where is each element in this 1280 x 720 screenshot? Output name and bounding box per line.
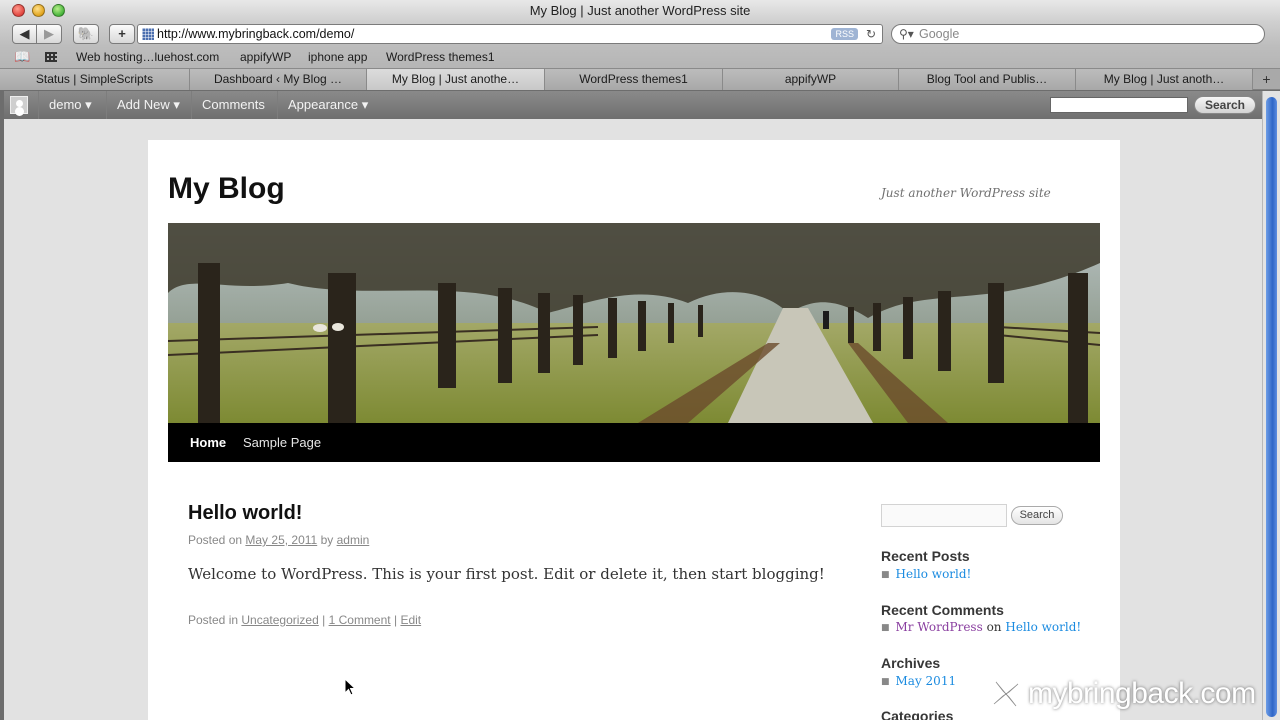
site-tagline: Just another WordPress site: [881, 186, 1051, 200]
bookmarks-book-icon[interactable]: 📖: [14, 46, 30, 68]
bookmarks-bar: 📖 Web hosting…luehost.com appifyWP iphon…: [0, 46, 1280, 68]
browser-tab[interactable]: Dashboard ‹ My Blog …: [190, 69, 367, 90]
top-sites-grid-icon[interactable]: [45, 52, 57, 62]
rss-badge[interactable]: RSS: [831, 28, 858, 40]
mybringback-logo-icon: [993, 681, 1019, 707]
back-arrow-icon: ◀: [19, 26, 30, 41]
browser-toolbar: ◀ ▶ 🐘 + http://www.mybringback.com/demo/…: [0, 22, 1280, 46]
post-content: Welcome to WordPress. This is your first…: [188, 565, 825, 583]
forward-button[interactable]: ▶: [37, 24, 62, 44]
main-navigation: Home Sample Page: [168, 423, 1100, 462]
back-button[interactable]: ◀: [12, 24, 37, 44]
comment-author-link[interactable]: Mr WordPress: [896, 620, 983, 634]
admin-comments-link[interactable]: Comments: [191, 91, 275, 119]
reload-icon[interactable]: ↻: [866, 25, 876, 43]
admin-search-button[interactable]: Search: [1194, 96, 1256, 114]
recent-comment-item: ■ Mr WordPress on Hello world!: [881, 620, 1081, 634]
admin-search-input[interactable]: [1050, 97, 1188, 113]
comment-post-link[interactable]: Hello world!: [1005, 620, 1081, 634]
blog-page: My Blog Just another WordPress site Home…: [148, 140, 1120, 720]
bookmark-item[interactable]: WordPress themes1: [386, 46, 495, 68]
category-link[interactable]: Uncategorized: [241, 613, 318, 627]
site-favicon-icon: [142, 28, 154, 40]
window-title: My Blog | Just another WordPress site: [529, 3, 751, 18]
admin-add-new-menu[interactable]: Add New ▾: [106, 91, 190, 119]
new-tab-icon[interactable]: +: [1253, 69, 1280, 90]
browser-tab[interactable]: appifyWP: [723, 69, 899, 90]
archives-title: Archives: [881, 655, 941, 671]
separator: |: [393, 613, 398, 627]
bullet-icon: ■: [881, 570, 890, 580]
browser-tab[interactable]: WordPress themes1: [545, 69, 723, 90]
browser-tab[interactable]: Status | SimpleScripts: [0, 69, 190, 90]
site-title[interactable]: My Blog: [168, 172, 285, 206]
browser-tab-active[interactable]: My Blog | Just anothe…: [367, 69, 545, 90]
browser-tab[interactable]: Blog Tool and Publis…: [899, 69, 1076, 90]
categories-title: Categories: [881, 708, 954, 720]
google-search-field[interactable]: ⚲▾ Google: [891, 24, 1265, 44]
posted-on-label: Posted on: [188, 533, 243, 547]
elephant-icon: 🐘: [77, 26, 95, 41]
google-search-placeholder: Google: [919, 27, 960, 41]
recent-posts-title: Recent Posts: [881, 548, 970, 564]
sidebar-search-button[interactable]: Search: [1011, 506, 1063, 525]
recent-comments-title: Recent Comments: [881, 602, 1004, 618]
author-link[interactable]: admin: [337, 533, 370, 547]
sidebar-search-input[interactable]: [881, 504, 1007, 527]
separator: |: [322, 613, 326, 627]
wp-admin-bar: demo ▾ Add New ▾ Comments Appearance ▾ S…: [4, 91, 1262, 119]
window-titlebar: My Blog | Just another WordPress site: [0, 0, 1280, 22]
minimize-window-icon[interactable]: [32, 4, 45, 17]
bookmark-item[interactable]: Web hosting…luehost.com: [76, 46, 219, 68]
comment-on-label: on: [986, 620, 1002, 634]
search-icon: ⚲▾: [899, 27, 914, 41]
posted-in-label: Posted in: [188, 613, 239, 627]
browser-tab[interactable]: My Blog | Just anoth…: [1076, 69, 1253, 90]
mouse-cursor-icon: [344, 678, 356, 696]
archive-item: ■ May 2011: [881, 674, 956, 688]
scrollbar-thumb[interactable]: [1266, 97, 1277, 717]
bookmark-item[interactable]: iphone app: [308, 46, 367, 68]
post-date-link[interactable]: May 25, 2011: [245, 533, 317, 547]
post-title[interactable]: Hello world!: [188, 502, 302, 525]
plus-icon: +: [118, 26, 126, 41]
url-text: http://www.mybringback.com/demo/: [157, 27, 355, 41]
post-meta: Posted on May 25, 2011 by admin: [188, 533, 369, 547]
archive-link[interactable]: May 2011: [896, 674, 957, 688]
tab-bar: Status | SimpleScripts Dashboard ‹ My Bl…: [0, 68, 1280, 90]
nav-sample-page-link[interactable]: Sample Page: [243, 423, 321, 462]
bullet-icon: ■: [881, 677, 890, 687]
recent-post-item: ■ Hello world!: [881, 567, 971, 581]
add-bookmark-button[interactable]: +: [109, 24, 135, 44]
evernote-button[interactable]: 🐘: [73, 24, 99, 44]
post-footer: Posted in Uncategorized | 1 Comment | Ed…: [188, 613, 421, 627]
address-bar[interactable]: http://www.mybringback.com/demo/ RSS ↻: [137, 24, 883, 44]
nav-home-link[interactable]: Home: [190, 423, 226, 462]
avatar[interactable]: [10, 96, 28, 114]
admin-appearance-menu[interactable]: Appearance ▾: [277, 91, 378, 119]
watermark-text: mybringback.com: [1028, 677, 1256, 710]
page-scrollbar[interactable]: [1262, 91, 1280, 720]
close-window-icon[interactable]: [12, 4, 25, 17]
forward-arrow-icon: ▶: [44, 26, 54, 41]
header-image: [168, 223, 1100, 423]
admin-user-menu[interactable]: demo ▾: [38, 91, 102, 119]
comments-link[interactable]: 1 Comment: [329, 613, 391, 627]
bullet-icon: ■: [881, 623, 890, 633]
by-label: by: [320, 533, 334, 547]
zoom-window-icon[interactable]: [52, 4, 65, 17]
edit-link[interactable]: Edit: [400, 613, 421, 627]
recent-post-link[interactable]: Hello world!: [896, 567, 972, 581]
bookmark-item[interactable]: appifyWP: [240, 46, 291, 68]
